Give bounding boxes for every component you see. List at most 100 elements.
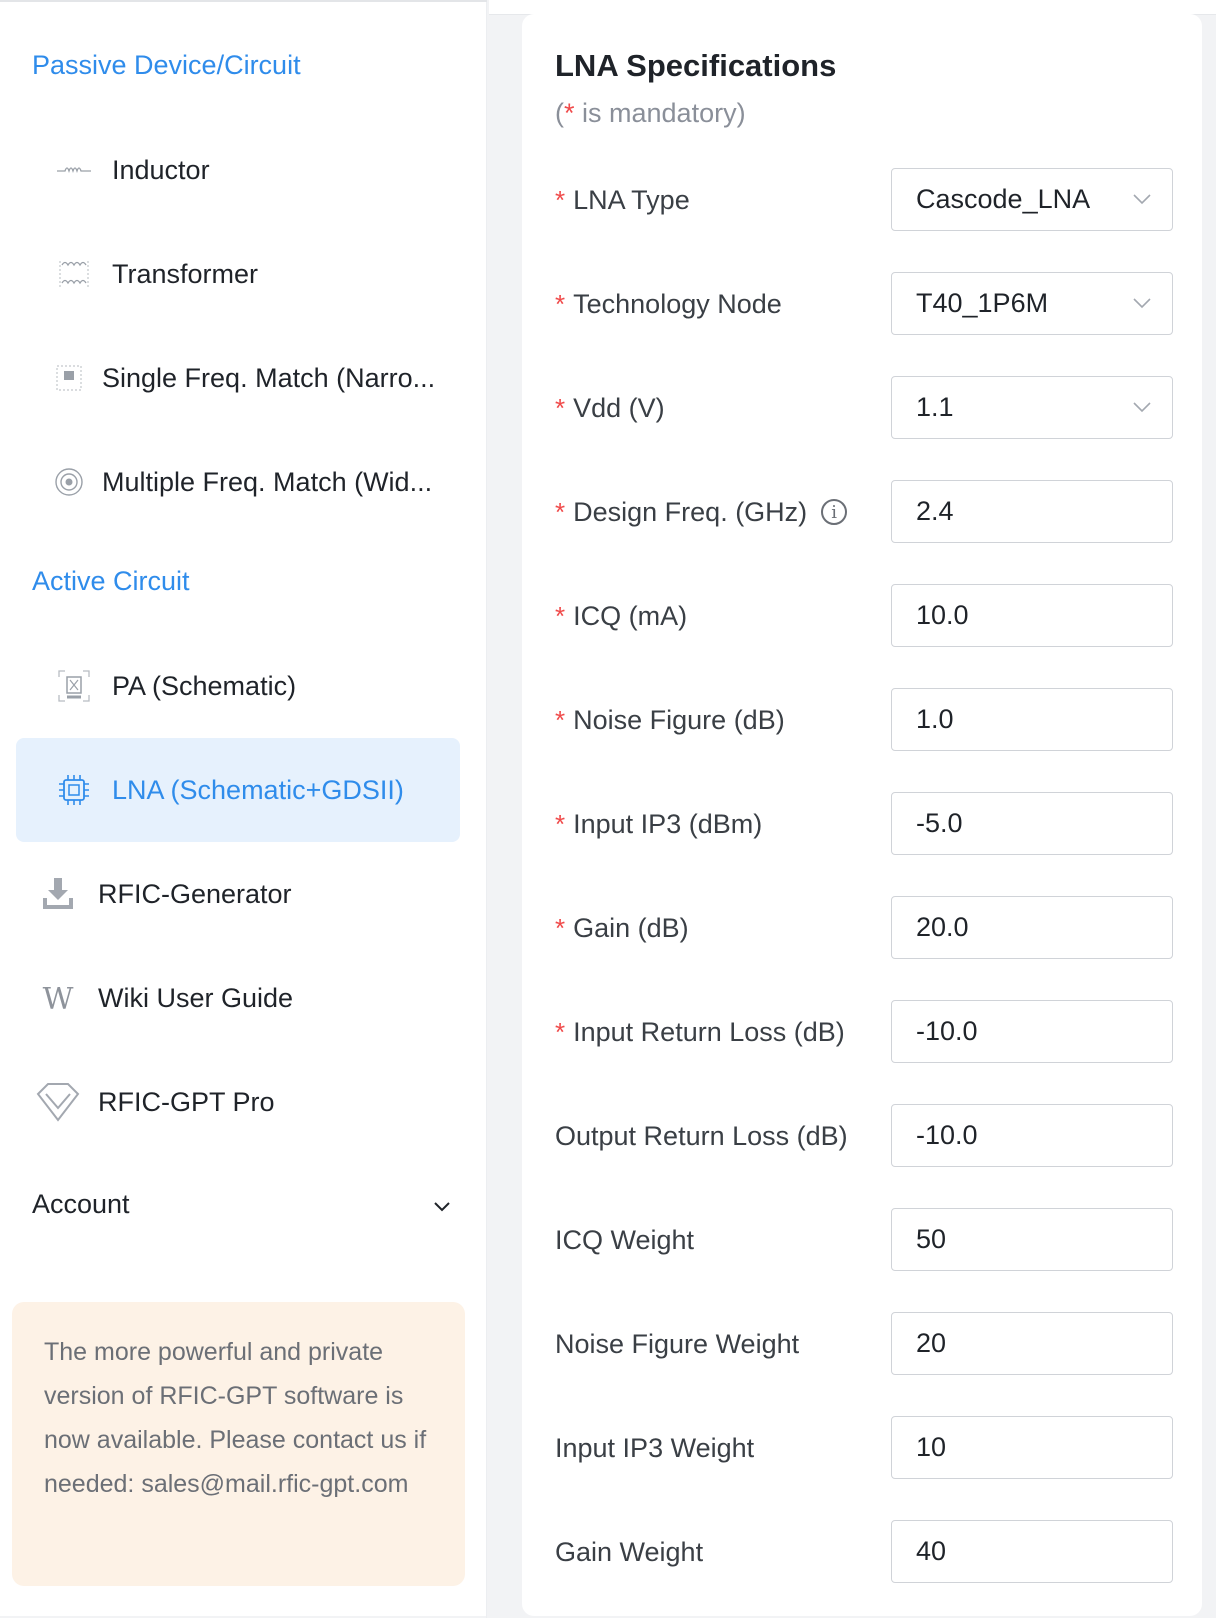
lna-chip-icon	[54, 770, 94, 810]
text-input[interactable]	[916, 912, 1146, 943]
sidebar-item-transformer[interactable]: Transformer	[16, 222, 460, 326]
required-mark: *	[555, 496, 566, 527]
required-mark: *	[555, 808, 566, 839]
input-field-wrapper	[891, 1208, 1173, 1271]
sidebar-item-lna[interactable]: LNA (Schematic+GDSII)	[16, 738, 460, 842]
text-input[interactable]	[916, 1536, 1146, 1567]
chevron-down-icon	[432, 1189, 452, 1220]
input-field-wrapper	[891, 480, 1173, 543]
field-label: * Noise Figure (dB)	[555, 688, 785, 752]
pa-chip-icon	[54, 666, 94, 706]
input-field-wrapper	[891, 1416, 1173, 1479]
sidebar-item-multiple-freq-match[interactable]: Multiple Freq. Match (Wid...	[16, 430, 460, 534]
chevron-down-icon	[1133, 194, 1151, 205]
select-field[interactable]: 1.1	[891, 376, 1173, 439]
select-value: 1.1	[916, 392, 954, 422]
field-label: * Technology Node	[555, 272, 782, 336]
sidebar-item-label: Transformer	[112, 258, 259, 289]
form-row: Noise Figure Weight	[555, 1312, 1175, 1376]
field-label: * ICQ (mA)	[555, 584, 687, 648]
sidebar: Passive Device/Circuit Inductor Transfor…	[0, 0, 487, 1618]
text-input[interactable]	[916, 1120, 1146, 1151]
text-input[interactable]	[916, 496, 1146, 527]
mandatory-note: (* is mandatory)	[555, 98, 746, 128]
form-row: * LNA Type Cascode_LNA	[555, 168, 1175, 232]
form-row: * ICQ (mA)	[555, 584, 1175, 648]
form-row: * Input Return Loss (dB)	[555, 1000, 1175, 1064]
field-label: * Vdd (V)	[555, 376, 665, 440]
account-label: Account	[32, 1188, 130, 1219]
chevron-down-icon	[1133, 402, 1151, 413]
field-label-text: Input IP3 Weight	[555, 1432, 755, 1463]
input-field-wrapper	[891, 792, 1173, 855]
text-input[interactable]	[916, 1016, 1146, 1047]
required-mark: *	[555, 600, 566, 631]
field-label-text: Noise Figure (dB)	[573, 704, 785, 735]
field-label: * Design Freq. (GHz) i	[555, 480, 848, 544]
multi-match-icon	[54, 462, 84, 502]
field-label-text: Input IP3 (dBm)	[573, 808, 763, 839]
field-label-text: Technology Node	[573, 288, 782, 319]
form-row: * Noise Figure (dB)	[555, 688, 1175, 752]
input-field-wrapper	[891, 896, 1173, 959]
field-label: * Input IP3 (dBm)	[555, 792, 762, 856]
required-mark: *	[555, 912, 566, 943]
field-label-text: Gain Weight	[555, 1536, 704, 1567]
input-field-wrapper	[891, 1000, 1173, 1063]
account-menu[interactable]: Account	[32, 1174, 452, 1234]
sidebar-item-rfic-gpt-pro[interactable]: RFIC-GPT Pro	[16, 1050, 460, 1154]
field-label-text: LNA Type	[573, 184, 690, 215]
transformer-icon	[54, 254, 94, 294]
sidebar-item-label: Multiple Freq. Match (Wid...	[102, 466, 433, 497]
group-title-passive: Passive Device/Circuit	[32, 50, 301, 80]
sidebar-item-label: RFIC-GPT Pro	[98, 1086, 275, 1117]
form-row: Output Return Loss (dB)	[555, 1104, 1175, 1168]
info-icon[interactable]: i	[821, 499, 848, 525]
field-label: Input IP3 Weight	[555, 1416, 754, 1480]
single-match-icon	[54, 358, 84, 398]
form-row: * Design Freq. (GHz) i	[555, 480, 1175, 544]
sidebar-item-pa[interactable]: PA (Schematic)	[16, 634, 460, 738]
sidebar-divider	[486, 2, 487, 1618]
text-input[interactable]	[916, 600, 1146, 631]
input-field-wrapper	[891, 688, 1173, 751]
field-label-text: Output Return Loss (dB)	[555, 1120, 848, 1151]
select-value: T40_1P6M	[916, 288, 1049, 318]
form-row: Input IP3 Weight	[555, 1416, 1175, 1480]
promo-banner: The more powerful and private version of…	[12, 1302, 465, 1586]
text-input[interactable]	[916, 808, 1146, 839]
form-row: Gain Weight	[555, 1520, 1175, 1584]
sidebar-item-label: PA (Schematic)	[112, 670, 297, 701]
field-label-text: Noise Figure Weight	[555, 1328, 800, 1359]
wiki-icon: W	[36, 976, 80, 1020]
sidebar-item-wiki-user-guide[interactable]: W Wiki User Guide	[16, 946, 460, 1050]
required-mark: *	[555, 184, 566, 215]
sidebar-item-inductor[interactable]: Inductor	[16, 118, 460, 222]
download-icon	[36, 872, 80, 916]
sidebar-item-single-freq-match[interactable]: Single Freq. Match (Narro...	[16, 326, 460, 430]
text-input[interactable]	[916, 1328, 1146, 1359]
sidebar-item-label: Single Freq. Match (Narro...	[102, 362, 436, 393]
select-field[interactable]: T40_1P6M	[891, 272, 1173, 335]
input-field-wrapper	[891, 584, 1173, 647]
field-label: Gain Weight	[555, 1520, 703, 1584]
sidebar-item-label: RFIC-Generator	[98, 878, 292, 909]
select-field[interactable]: Cascode_LNA	[891, 168, 1173, 231]
text-input[interactable]	[916, 704, 1146, 735]
field-label-text: ICQ Weight	[555, 1224, 695, 1255]
form-row: * Input IP3 (dBm)	[555, 792, 1175, 856]
group-title-active: Active Circuit	[32, 566, 190, 596]
promo-text: The more powerful and private version of…	[44, 1338, 427, 1498]
field-label: * LNA Type	[555, 168, 690, 232]
field-label: Noise Figure Weight	[555, 1312, 799, 1376]
form-row: * Gain (dB)	[555, 896, 1175, 960]
required-mark: *	[555, 288, 566, 319]
sidebar-item-rfic-generator[interactable]: RFIC-Generator	[16, 842, 460, 946]
diamond-icon	[36, 1080, 80, 1124]
text-input[interactable]	[916, 1432, 1146, 1463]
input-field-wrapper	[891, 1104, 1173, 1167]
inductor-icon	[54, 150, 94, 190]
text-input[interactable]	[916, 1224, 1146, 1255]
sidebar-item-label: LNA (Schematic+GDSII)	[112, 774, 404, 805]
form-row: ICQ Weight	[555, 1208, 1175, 1272]
